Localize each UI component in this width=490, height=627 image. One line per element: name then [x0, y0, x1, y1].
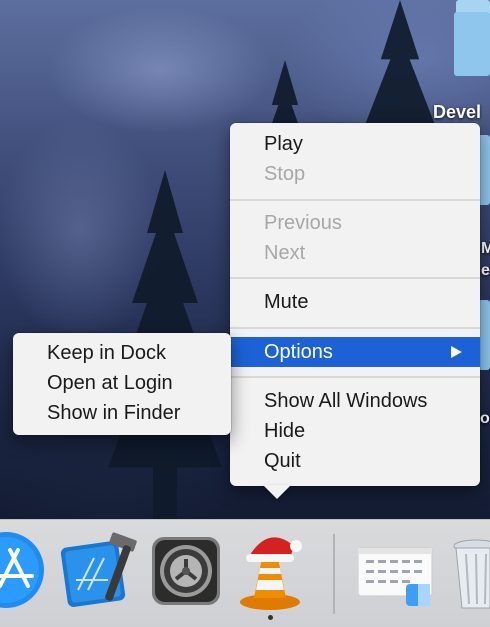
app-store-icon[interactable]	[0, 532, 46, 612]
menu-separator	[230, 376, 480, 378]
submenu-item-open-at-login[interactable]: Open at Login	[13, 368, 231, 398]
menu-item-stop: Stop	[264, 163, 306, 185]
dock-divider	[333, 534, 335, 614]
menu-item-hide[interactable]: Hide	[230, 416, 480, 446]
menu-separator	[230, 199, 480, 201]
xcode-icon[interactable]	[58, 530, 140, 610]
submenu-item-show-in-finder[interactable]: Show in Finder	[13, 398, 231, 428]
folder-icon[interactable]	[454, 12, 490, 76]
menu-item-show-all-windows[interactable]: Show All Windows	[230, 386, 480, 416]
submenu-arrow-icon	[451, 346, 462, 358]
dock-context-menu: Play Stop Previous Next Mute Options Sho…	[230, 123, 480, 486]
system-preferences-icon[interactable]	[150, 535, 222, 607]
menu-item-mute[interactable]: Mute	[230, 287, 480, 317]
running-indicator	[268, 615, 273, 620]
menu-item-label: Options	[264, 341, 333, 363]
menu-item-play[interactable]: Play	[230, 129, 480, 159]
desktop-item-label[interactable]: e	[481, 262, 490, 280]
menu-item-next: Next	[264, 242, 306, 264]
desktop-item-label[interactable]: Devel	[433, 102, 481, 123]
menu-item-options[interactable]: Options	[230, 337, 480, 367]
desktop-item-label[interactable]: M	[481, 240, 490, 258]
submenu-item-keep-in-dock[interactable]: Keep in Dock	[13, 338, 231, 368]
options-submenu: Keep in Dock Open at Login Show in Finde…	[13, 333, 231, 435]
menu-item-quit[interactable]: Quit	[230, 446, 480, 476]
menu-pointer	[263, 485, 291, 499]
trash-icon[interactable]	[452, 536, 490, 612]
menu-item-previous: Previous	[264, 212, 342, 234]
vlc-cone-icon[interactable]	[232, 528, 308, 612]
finder-window-icon[interactable]	[358, 544, 436, 608]
menu-separator	[230, 327, 480, 329]
desktop-item-label[interactable]: o	[480, 410, 490, 428]
menu-separator	[230, 277, 480, 279]
